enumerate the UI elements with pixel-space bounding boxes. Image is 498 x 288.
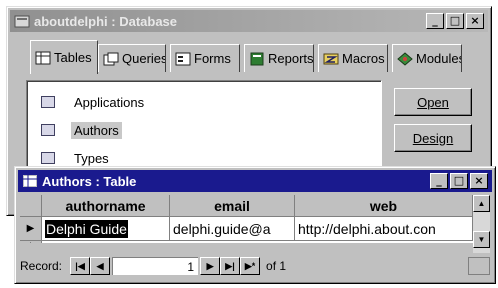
- last-record-button[interactable]: ▶|: [220, 257, 241, 275]
- vertical-scrollbar[interactable]: ▲ ▼: [473, 195, 490, 253]
- record-count: of 1: [266, 259, 287, 273]
- table-icon: [22, 174, 38, 188]
- close-button[interactable]: ×: [466, 13, 484, 29]
- tab-forms[interactable]: Forms: [170, 44, 240, 72]
- design-button-label: Design: [412, 130, 454, 146]
- column-header-authorname[interactable]: authorname: [42, 195, 170, 217]
- tab-label: Reports: [268, 51, 314, 66]
- maximize-button[interactable]: □: [446, 13, 464, 29]
- database-titlebar[interactable]: aboutdelphi : Database _ □ ×: [10, 10, 488, 32]
- column-header-web[interactable]: web: [295, 195, 473, 217]
- list-item-applications[interactable]: Applications: [41, 91, 147, 113]
- new-record-button[interactable]: ▶*: [240, 257, 261, 275]
- table-icon: [41, 152, 55, 164]
- corner-selector[interactable]: [20, 195, 42, 217]
- module-icon: [397, 51, 413, 66]
- cell-authorname[interactable]: Delphi Guide: [42, 217, 170, 241]
- tab-tables[interactable]: Tables: [30, 40, 98, 74]
- form-icon: [175, 52, 191, 65]
- object-list[interactable]: Applications Authors Types: [26, 80, 382, 170]
- minimize-button[interactable]: _: [426, 13, 444, 29]
- table-icon: [41, 96, 55, 108]
- maximize-button[interactable]: □: [450, 173, 468, 189]
- database-title: aboutdelphi : Database: [34, 13, 178, 29]
- previous-record-button[interactable]: ◀: [90, 257, 111, 275]
- record-label: Record:: [20, 259, 63, 273]
- table-titlebar[interactable]: Authors : Table _ □ ×: [18, 170, 492, 192]
- record-number-field[interactable]: 1: [112, 257, 199, 275]
- scroll-down-arrow[interactable]: ▼: [473, 231, 490, 248]
- open-button-label: Open: [417, 94, 449, 110]
- datasheet-grid[interactable]: authorname email web ▶ Delphi Guide delp…: [20, 195, 473, 243]
- cell-web[interactable]: http://delphi.about.con: [295, 217, 473, 241]
- column-header-email[interactable]: email: [170, 195, 295, 217]
- tab-reports[interactable]: Reports: [244, 44, 314, 72]
- open-button[interactable]: Open: [394, 88, 472, 116]
- query-icon: [103, 52, 119, 65]
- macro-icon: [323, 53, 339, 64]
- cell-value: Delphi Guide: [45, 219, 128, 238]
- tab-queries[interactable]: Queries: [98, 44, 166, 72]
- tab-label: Tables: [54, 50, 92, 65]
- table-icon: [35, 51, 51, 64]
- record-navigation-bar: Record: |◀ ◀ 1 ▶ ▶| ▶* of 1: [20, 255, 490, 277]
- list-item-label: Applications: [74, 94, 145, 110]
- tab-macros[interactable]: Macros: [318, 44, 388, 72]
- list-item-label: Types: [74, 150, 109, 166]
- design-button[interactable]: Design: [394, 124, 472, 152]
- row-selector-new[interactable]: *: [20, 241, 42, 243]
- next-record-button[interactable]: ▶: [200, 257, 221, 275]
- tab-label: Modules: [416, 51, 462, 66]
- report-icon: [250, 52, 264, 65]
- horizontal-scrollbar[interactable]: [468, 257, 490, 275]
- minimize-button[interactable]: _: [430, 173, 448, 189]
- table-icon: [41, 124, 55, 136]
- cell-email[interactable]: delphi.guide@a: [170, 217, 295, 241]
- list-item-authors[interactable]: Authors: [41, 119, 122, 141]
- close-button[interactable]: ×: [470, 173, 488, 189]
- table-title: Authors : Table: [42, 173, 137, 189]
- tab-label: Macros: [342, 51, 385, 66]
- list-item-label: Authors: [71, 121, 122, 139]
- tab-label: Queries: [122, 51, 166, 66]
- database-icon: [14, 14, 30, 28]
- tab-label: Forms: [194, 51, 231, 66]
- first-record-button[interactable]: |◀: [70, 257, 91, 275]
- scroll-up-arrow[interactable]: ▲: [473, 195, 490, 212]
- tab-modules[interactable]: Modules: [392, 44, 462, 72]
- row-selector-current[interactable]: ▶: [20, 217, 42, 241]
